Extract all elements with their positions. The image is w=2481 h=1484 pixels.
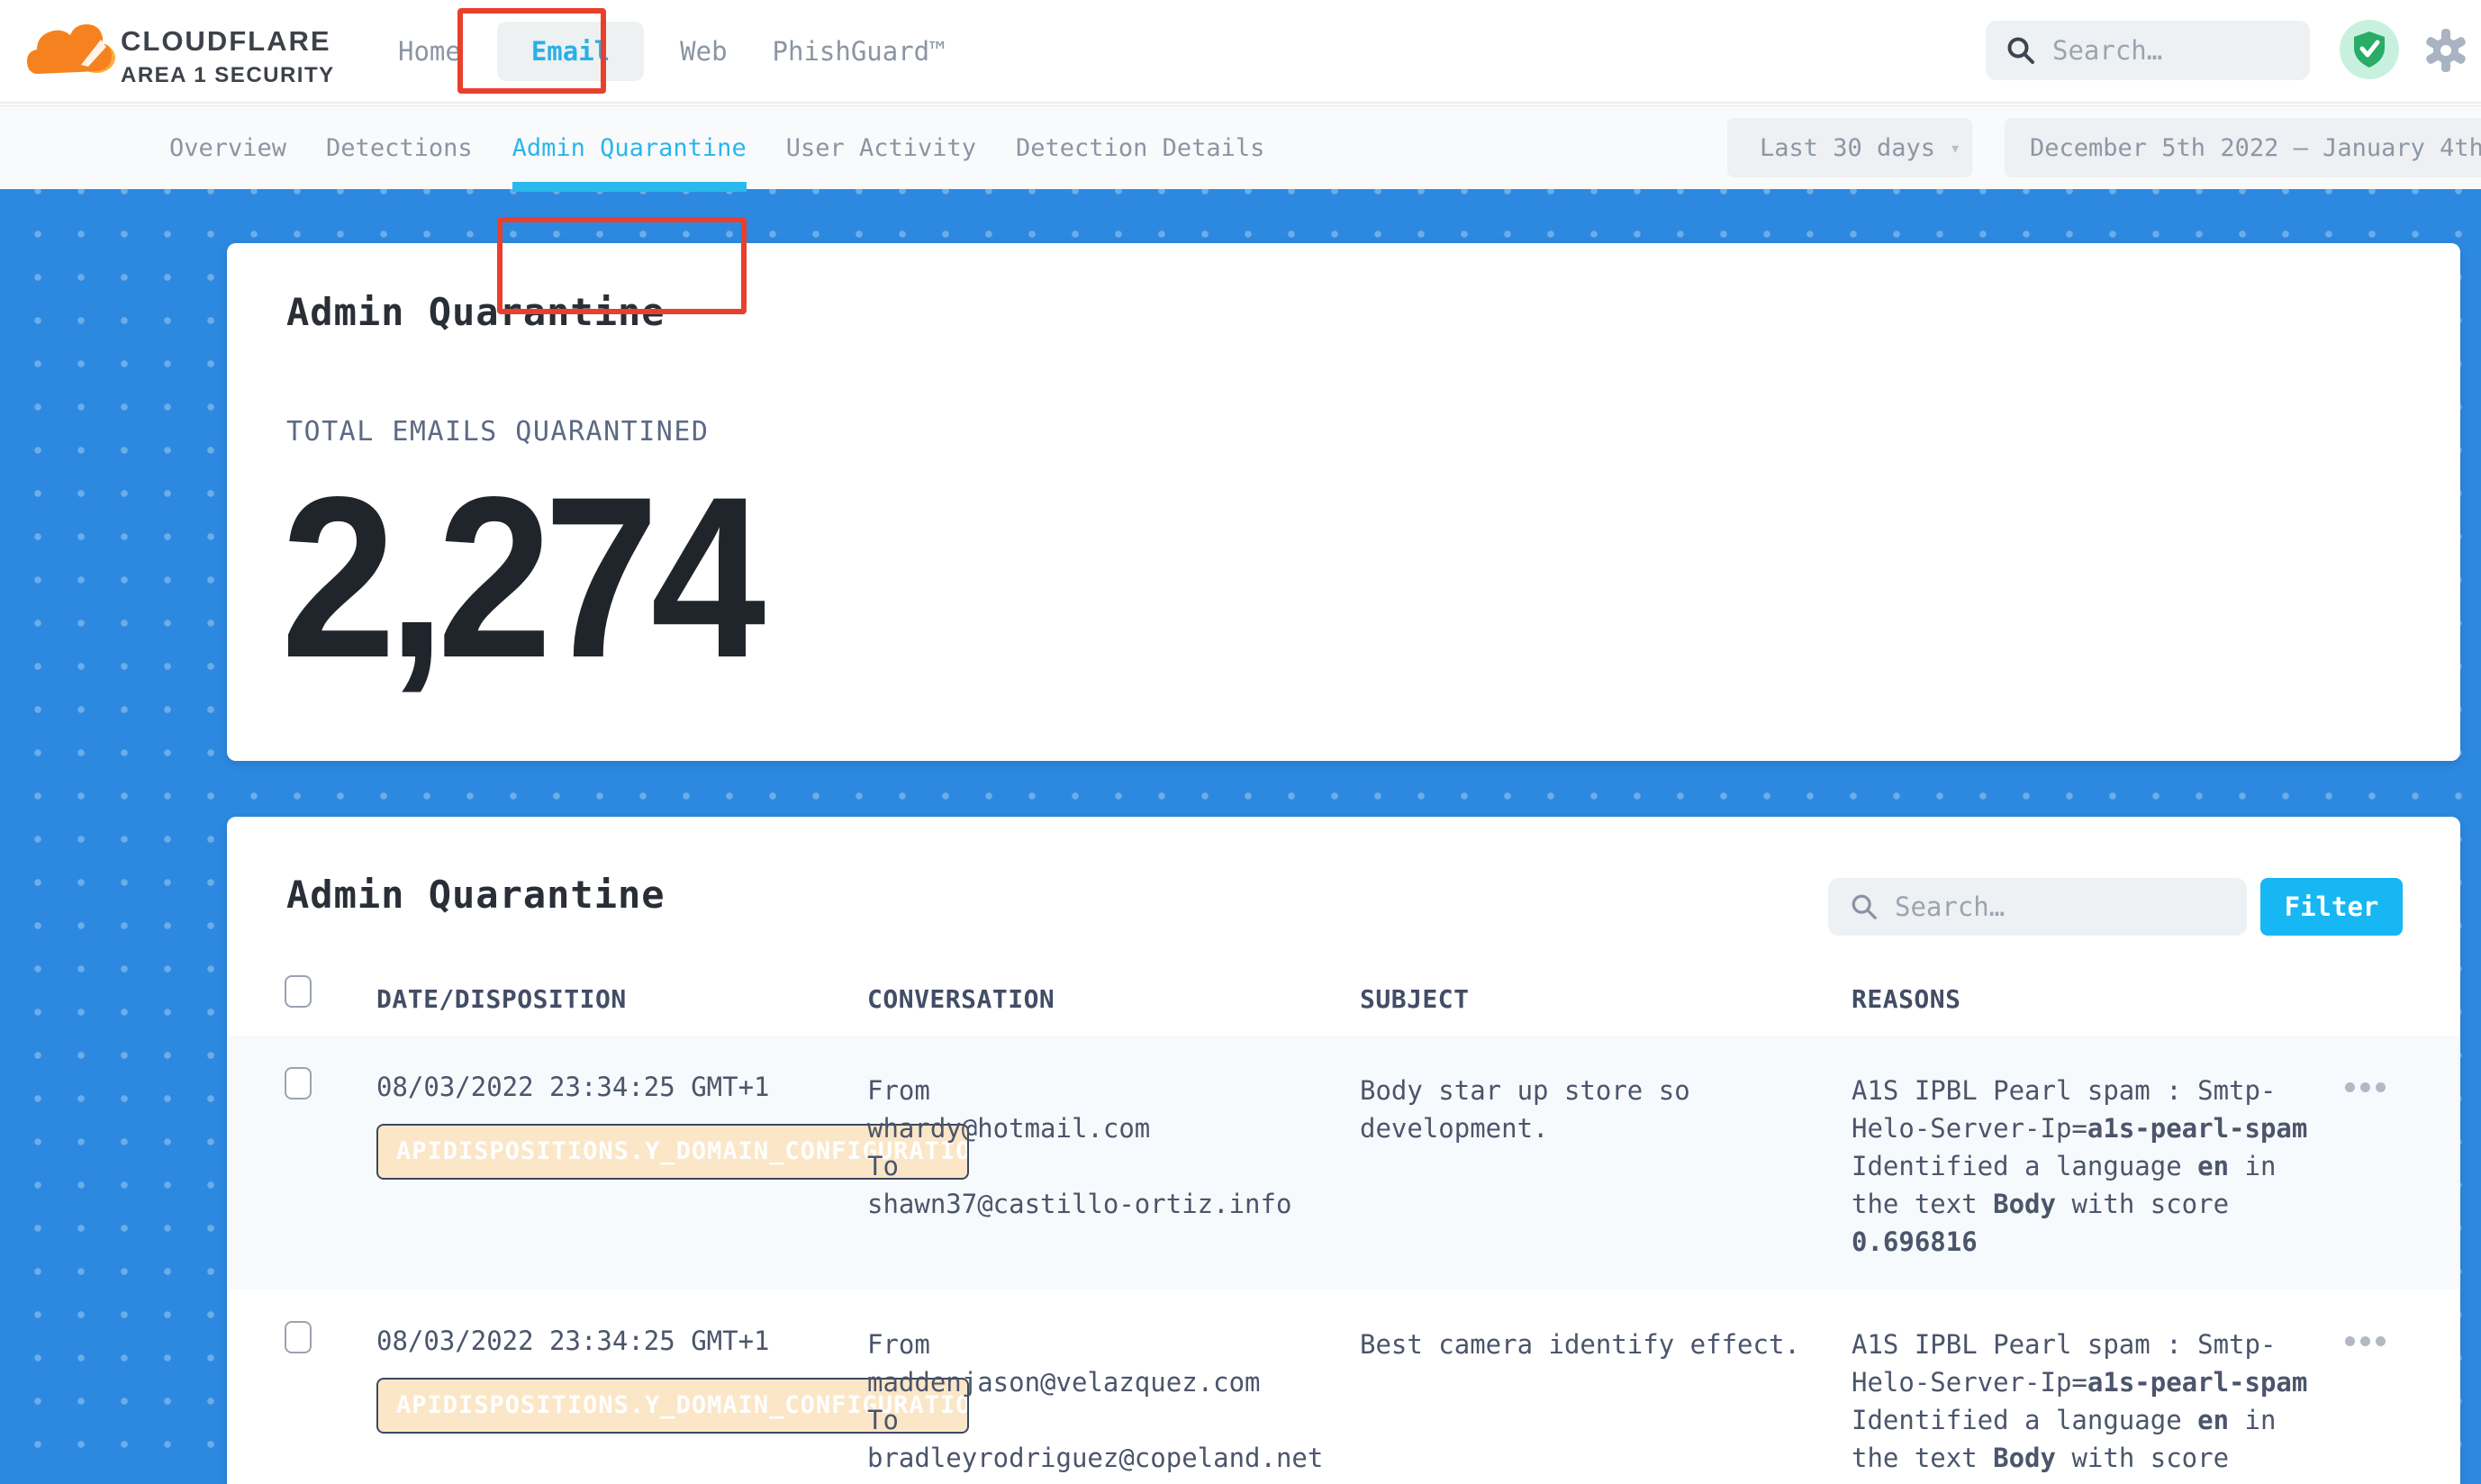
conv-from-email[interactable]: whardy@hotmail.com — [867, 1109, 1354, 1147]
select-all-checkbox[interactable] — [285, 975, 312, 1008]
column-header-subject: SUBJECT — [1360, 984, 1470, 1014]
conv-to-email[interactable]: shawn37@castillo-ortiz.info — [867, 1185, 1354, 1223]
search-icon — [1850, 892, 1879, 921]
row-date: 08/03/2022 23:34:25 GMT+1 — [376, 1326, 867, 1356]
date-range-dropdown-label: Last 30 days — [1760, 134, 1935, 162]
conv-to-label: To — [867, 1401, 1354, 1439]
tab-admin-quarantine-label: Admin Quarantine — [512, 134, 747, 162]
column-header-conversation: CONVERSATION — [867, 984, 1055, 1014]
conv-from-label: From — [867, 1072, 1354, 1109]
table-search-input[interactable]: Search… — [1828, 878, 2247, 936]
protection-status-badge[interactable] — [2340, 20, 2399, 79]
cloudflare-logo-icon — [25, 13, 115, 86]
email-section-nav: Overview Detections Admin Quarantine Use… — [0, 105, 2481, 189]
subnav-items: Overview Detections Admin Quarantine Use… — [169, 106, 1264, 190]
table-row: 08/03/2022 23:34:25 GMT+1 APIDISPOSITION… — [227, 1289, 2460, 1484]
nav-item-phishguard[interactable]: PhishGuard™ — [764, 36, 955, 67]
table-search-placeholder: Search… — [1895, 891, 2005, 922]
conv-from-label: From — [867, 1326, 1354, 1363]
conv-to-label: To — [867, 1147, 1354, 1185]
brand-text: CLOUDFLARE AREA 1 SECURITY — [121, 25, 335, 88]
table-card-title: Admin Quarantine — [286, 873, 666, 917]
chevron-down-icon: ▾ — [1950, 137, 1960, 158]
date-disposition-cell: 08/03/2022 23:34:25 GMT+1 APIDISPOSITION… — [376, 1072, 867, 1180]
nav-item-email[interactable]: Email — [497, 22, 644, 81]
date-range-dropdown[interactable]: Last 30 days ▾ — [1727, 118, 1972, 177]
row-checkbox[interactable] — [285, 1067, 312, 1099]
row-checkbox[interactable] — [285, 1321, 312, 1353]
total-quarantined-label: TOTAL EMAILS QUARANTINED — [286, 416, 709, 448]
filter-button[interactable]: Filter — [2260, 878, 2403, 936]
search-icon — [2006, 35, 2036, 66]
column-header-date-disposition: DATE/DISPOSITION — [376, 984, 627, 1014]
date-range-text: December 5th 2022 — January 4th 2023 — [2030, 134, 2481, 162]
dotted-blue-background: Admin Quarantine TOTAL EMAILS QUARANTINE… — [0, 189, 2481, 1484]
nav-item-web[interactable]: Web — [671, 36, 736, 67]
date-disposition-cell: 08/03/2022 23:34:25 GMT+1 APIDISPOSITION… — [376, 1326, 867, 1434]
quarantine-table-card: Admin Quarantine Search… Filter DATE/DIS… — [227, 817, 2460, 1484]
date-range-value[interactable]: December 5th 2022 — January 4th 2023 — [2005, 118, 2481, 177]
shield-check-icon — [2351, 30, 2387, 69]
subject-cell: Best camera identify effect. — [1360, 1326, 1810, 1363]
reasons-cell: A1S IPBL Pearl spam : Smtp-Helo-Server-I… — [1852, 1326, 2315, 1484]
tab-detection-details[interactable]: Detection Details — [1016, 106, 1264, 190]
brand-line2: AREA 1 SECURITY — [121, 63, 335, 88]
conv-from-email[interactable]: maddenjason@velazquez.com — [867, 1363, 1354, 1401]
reasons-cell: A1S IPBL Pearl spam : Smtp-Helo-Server-I… — [1852, 1072, 2315, 1261]
global-search-input[interactable]: Search… — [1986, 21, 2310, 80]
primary-nav: Home Email Web PhishGuard™ — [389, 0, 955, 102]
top-header: CLOUDFLARE AREA 1 SECURITY Home Email We… — [0, 0, 2481, 104]
tab-overview[interactable]: Overview — [169, 106, 286, 190]
subject-cell: Body star up store so development. — [1360, 1072, 1810, 1147]
column-header-reasons: REASONS — [1852, 984, 1961, 1014]
nav-item-home[interactable]: Home — [389, 36, 470, 67]
row-date: 08/03/2022 23:34:25 GMT+1 — [376, 1072, 867, 1102]
table-header-row: DATE/DISPOSITION CONVERSATION SUBJECT RE… — [227, 968, 2460, 1036]
tab-detections[interactable]: Detections — [326, 106, 473, 190]
total-quarantined-value: 2,274 — [281, 463, 757, 692]
quarantine-table-body: 08/03/2022 23:34:25 GMT+1 APIDISPOSITION… — [227, 1036, 2460, 1484]
conversation-cell: From whardy@hotmail.com To shawn37@casti… — [867, 1072, 1354, 1223]
tab-admin-quarantine[interactable]: Admin Quarantine — [512, 106, 747, 190]
quarantine-summary-card: Admin Quarantine TOTAL EMAILS QUARANTINE… — [227, 243, 2460, 761]
row-actions-ellipsis-icon[interactable] — [2345, 1082, 2386, 1092]
conversation-cell: From maddenjason@velazquez.com To bradle… — [867, 1326, 1354, 1477]
tab-user-activity[interactable]: User Activity — [786, 106, 976, 190]
app-root: CLOUDFLARE AREA 1 SECURITY Home Email We… — [0, 0, 2481, 1484]
summary-card-title: Admin Quarantine — [286, 290, 666, 334]
row-actions-ellipsis-icon[interactable] — [2345, 1336, 2386, 1346]
conv-to-email[interactable]: bradleyrodriguez@copeland.net — [867, 1439, 1354, 1477]
table-row: 08/03/2022 23:34:25 GMT+1 APIDISPOSITION… — [227, 1036, 2460, 1289]
global-search-placeholder: Search… — [2052, 35, 2162, 66]
gear-icon[interactable] — [2422, 27, 2469, 74]
brand-line1: CLOUDFLARE — [121, 25, 335, 58]
active-tab-underline — [512, 182, 747, 192]
